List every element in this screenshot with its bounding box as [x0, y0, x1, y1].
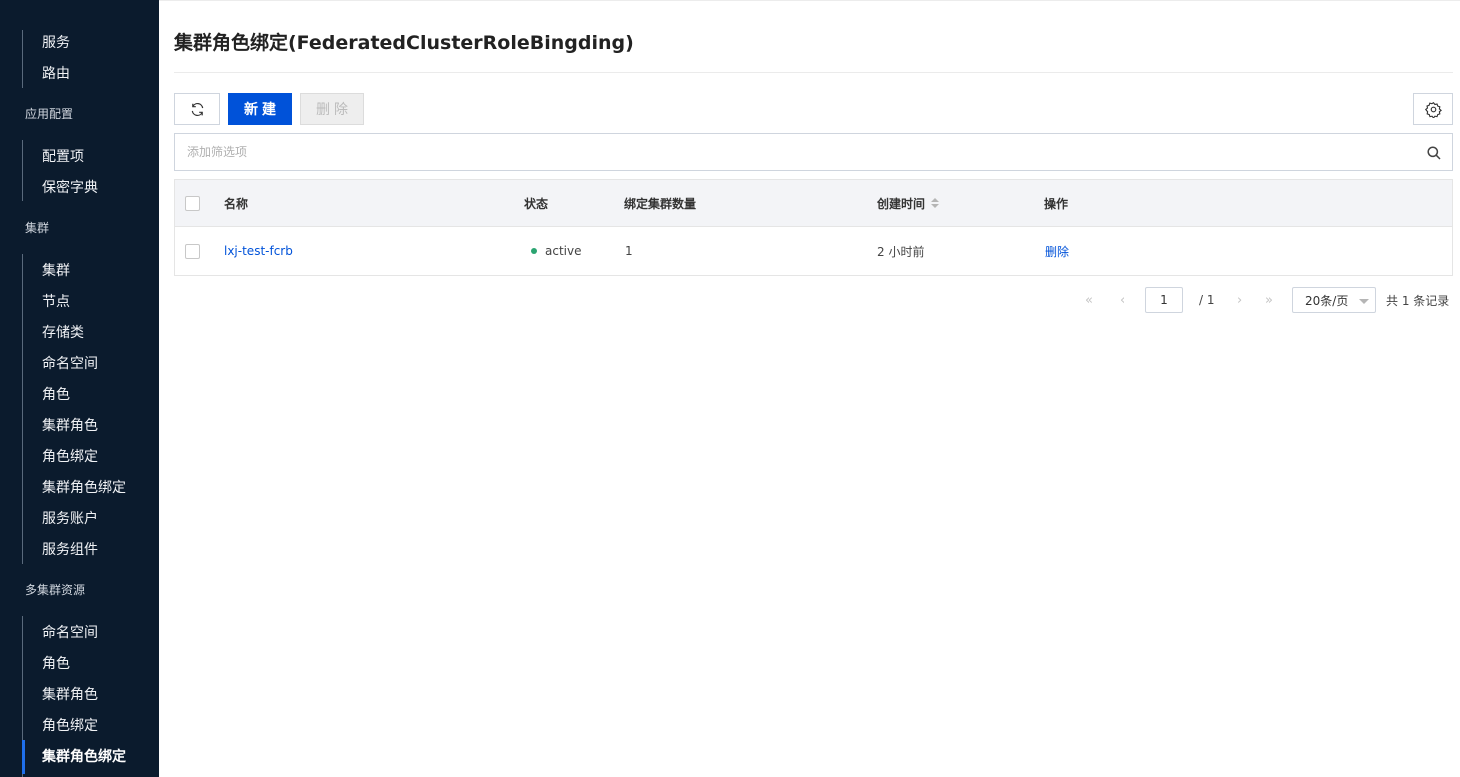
row-select-cell [185, 227, 200, 275]
sidebar-item-clusterrole[interactable]: 集群角色 [42, 416, 98, 436]
page-size-value: 20条/页 [1305, 293, 1349, 308]
row-name-link[interactable]: lxj-test-fcrb [224, 227, 293, 275]
column-header-actions: 操作 [1044, 196, 1069, 211]
nav-group-line [22, 254, 23, 564]
main-content: 集群角色绑定(FederatedClusterRoleBingding) 新建 … [159, 0, 1460, 777]
sort-icon[interactable] [931, 198, 940, 208]
status-text: active [545, 244, 582, 258]
status-dot [531, 248, 537, 254]
title-divider [174, 72, 1453, 73]
sidebar-item-cluster[interactable]: 集群 [42, 261, 70, 281]
chevron-down-icon [1359, 299, 1369, 304]
sidebar-item-configmap[interactable]: 配置项 [42, 147, 84, 167]
last-page-icon[interactable]: » [1265, 288, 1273, 312]
sidebar-item-secret[interactable]: 保密字典 [42, 178, 98, 198]
column-header-status: 状态 [524, 196, 549, 211]
gear-icon [1424, 101, 1442, 118]
total-records: 共 1 条记录 [1386, 293, 1450, 308]
settings-button[interactable] [1413, 93, 1453, 125]
page-size-select[interactable]: 20条/页 [1292, 287, 1376, 313]
prev-page-icon[interactable]: ‹ [1120, 288, 1125, 312]
sidebar-item-namespace[interactable]: 命名空间 [42, 354, 98, 374]
sidebar-item-storageclass[interactable]: 存储类 [42, 323, 84, 343]
sidebar-item-fed-rolebinding[interactable]: 角色绑定 [42, 716, 98, 736]
next-page-icon[interactable]: › [1237, 288, 1242, 312]
sidebar-item-clusterrolebinding[interactable]: 集群角色绑定 [42, 478, 126, 498]
column-header-cluster-count: 绑定集群数量 [624, 196, 697, 211]
delete-button[interactable]: 删除 [300, 93, 364, 125]
row-cluster-count: 1 [625, 244, 633, 258]
sidebar-item-service-component[interactable]: 服务组件 [42, 540, 98, 560]
column-header-created-label: 创建时间 [877, 196, 926, 211]
table-row: lxj-test-fcrb active 1 2 小时前 删除 [175, 227, 1452, 275]
refresh-button[interactable] [174, 93, 220, 125]
row-checkbox[interactable] [185, 243, 200, 259]
create-button[interactable]: 新建 [228, 93, 292, 125]
sidebar-item-fed-clusterrole[interactable]: 集群角色 [42, 685, 98, 705]
page-title: 集群角色绑定(FederatedClusterRoleBingding) [174, 32, 634, 54]
sidebar-item-fed-clusterrolebinding[interactable]: 集群角色绑定 [42, 747, 126, 767]
filter-input[interactable] [175, 134, 1415, 170]
row-status: active [531, 227, 581, 275]
nav-group-line [22, 140, 23, 201]
total-pages: / 1 [1199, 293, 1215, 307]
row-created-time: 2 小时前 [877, 244, 925, 259]
select-all-checkbox[interactable] [185, 195, 200, 211]
first-page-icon[interactable]: « [1085, 288, 1093, 312]
sidebar-group-title-multi-cluster: 多集群资源 [25, 583, 86, 597]
sidebar-item-fed-namespace[interactable]: 命名空间 [42, 623, 98, 643]
nav-group-line [22, 30, 23, 88]
sidebar-item-rolebinding[interactable]: 角色绑定 [42, 447, 98, 467]
sidebar-item-route[interactable]: 路由 [42, 64, 70, 84]
sidebar-item-node[interactable]: 节点 [42, 292, 70, 312]
sidebar-group-title-cluster: 集群 [25, 221, 50, 235]
page-number-input[interactable] [1145, 287, 1183, 313]
sidebar-item-role[interactable]: 角色 [42, 385, 70, 405]
table-header: 名称 状态 绑定集群数量 创建时间 操作 [175, 180, 1452, 227]
sidebar-item-service[interactable]: 服务 [42, 33, 70, 53]
refresh-icon [191, 102, 203, 116]
filter-bar [174, 133, 1453, 171]
search-icon[interactable] [1426, 145, 1442, 161]
sidebar-item-serviceaccount[interactable]: 服务账户 [42, 509, 98, 529]
row-delete-link[interactable]: 删除 [1045, 227, 1069, 275]
select-all-cell [185, 180, 200, 226]
sidebar-group-title-app-config: 应用配置 [25, 107, 74, 121]
column-header-name: 名称 [224, 196, 249, 211]
column-header-created[interactable]: 创建时间 [877, 180, 940, 226]
sidebar: 服务 路由 应用配置 配置项 保密字典 集群 集群 节点 存储类 命名空间 角色… [0, 0, 159, 777]
active-indicator [22, 740, 25, 774]
data-table: 名称 状态 绑定集群数量 创建时间 操作 lxj-test-fcrb activ… [174, 179, 1453, 276]
sidebar-item-fed-role[interactable]: 角色 [42, 654, 70, 674]
